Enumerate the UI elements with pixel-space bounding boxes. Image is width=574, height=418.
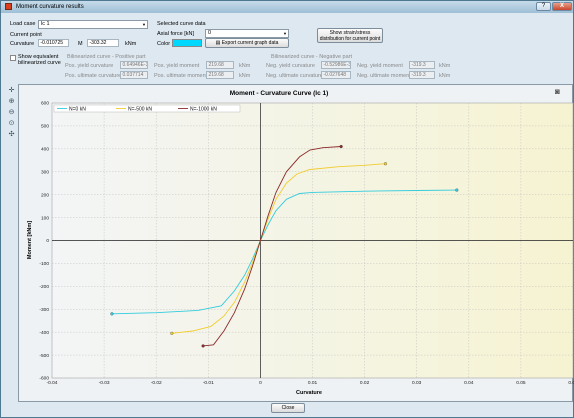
series-end-point xyxy=(201,344,205,348)
close-window-button[interactable]: X xyxy=(552,2,572,11)
y-tick-label: 0 xyxy=(46,238,49,244)
export-graph-button[interactable]: ▤ Export current graph data xyxy=(205,38,289,48)
legend: N=0 kN N=-500 kN N=-1000 kN xyxy=(53,104,241,112)
neg-yield-moment-label: Neg. yield moment xyxy=(357,63,403,69)
pos-ultimate-moment-field: 219.68 xyxy=(206,71,234,79)
moment-curvature-chart: Moment - Curvature Curve (lc 1) ◙ -0.04-… xyxy=(27,87,574,396)
moment-label: M xyxy=(78,41,83,47)
load-case-select[interactable]: lc 1 ▼ xyxy=(38,20,148,29)
neg-ultimate-moment-unit: kNm xyxy=(439,73,451,79)
legend-entry: N=-1000 kN xyxy=(190,106,217,112)
neg-yield-moment-field: -319.3 xyxy=(409,61,435,69)
show-bilinearized-checkbox[interactable] xyxy=(10,55,16,61)
x-tick-label: -0.01 xyxy=(203,380,214,386)
show-dist-line-2: distribution for current point xyxy=(319,36,381,42)
pos-ultimate-curvature-field: 0.037714 xyxy=(120,71,148,79)
chevron-down-icon: ▼ xyxy=(283,31,287,36)
y-tick-label: 600 xyxy=(41,101,49,107)
y-tick-label: 200 xyxy=(41,192,49,198)
chevron-down-icon: ▼ xyxy=(142,22,146,27)
y-tick-label: -500 xyxy=(39,353,49,359)
load-case-value: lc 1 xyxy=(41,21,50,27)
show-bilinearized-label-2: bilinearized curve xyxy=(18,60,61,66)
pan-icon[interactable]: ✣ xyxy=(7,130,16,139)
series-end-point xyxy=(383,162,387,166)
camera-icon[interactable]: ◙ xyxy=(555,87,560,96)
chart-title: Moment - Curvature Curve (lc 1) xyxy=(230,90,329,97)
legend-entry: N=-500 kN xyxy=(128,106,152,112)
y-tick-label: 400 xyxy=(41,147,49,153)
pos-yield-moment-field: 219.68 xyxy=(206,61,234,69)
x-tick-label: 0.03 xyxy=(412,380,422,386)
help-button[interactable]: ? xyxy=(536,2,551,11)
y-axis-label: Moment [kNm] xyxy=(27,221,33,259)
moment-unit: kNm xyxy=(125,41,137,47)
bilin-negative-title: Bilinearized curve - Negative part xyxy=(271,54,353,60)
x-tick-label: 0 xyxy=(259,380,262,386)
moment-field[interactable]: -303.32 xyxy=(87,39,119,47)
y-tick-label: -300 xyxy=(39,307,49,313)
curvature-field[interactable]: -0.010725 xyxy=(38,39,69,47)
series-end-point xyxy=(110,312,114,316)
y-tick-label: -100 xyxy=(39,261,49,267)
chart-panel: Moment - Curvature Curve (lc 1) ◙ -0.04-… xyxy=(18,84,574,402)
axial-force-select[interactable]: 0 ▼ xyxy=(205,29,289,38)
pos-yield-moment-unit: kNm xyxy=(239,63,251,69)
axial-force-value: 0 xyxy=(208,30,212,36)
current-point-label: Current point xyxy=(10,32,42,38)
y-tick-label: 500 xyxy=(41,124,49,130)
series-end-point xyxy=(170,331,174,335)
color-swatch[interactable] xyxy=(172,39,202,47)
x-tick-label: 0.04 xyxy=(464,380,474,386)
x-axis-label: Curvature xyxy=(296,390,322,396)
show-distribution-button[interactable]: Show strain/stress distribution for curr… xyxy=(317,28,383,43)
app-icon xyxy=(5,3,12,10)
x-tick-label: 0.05 xyxy=(516,380,526,386)
series-end-point xyxy=(455,188,459,192)
legend-entry: N=0 kN xyxy=(69,106,86,112)
chart-toolbar: ✛ ⊕ ⊖ ⊙ ✣ xyxy=(3,84,18,402)
y-tick-label: -400 xyxy=(39,330,49,336)
x-tick-label: 0.01 xyxy=(308,380,318,386)
zoom-fit-icon[interactable]: ⊙ xyxy=(7,119,16,128)
title-bar[interactable]: Moment curvature results ? X xyxy=(1,1,573,13)
color-label: Color xyxy=(157,41,171,47)
pos-yield-curvature-field: 0.64946E-3 xyxy=(120,61,148,69)
y-tick-label: 300 xyxy=(41,169,49,175)
curvature-label: Curvature xyxy=(10,41,35,47)
neg-yield-curvature-field: -0.52986E-3 xyxy=(321,61,351,69)
pos-ultimate-moment-label: Pos. ultimate moment xyxy=(154,73,208,79)
close-button[interactable]: Close xyxy=(271,403,305,413)
pos-yield-curvature-label: Pos. yield curvature xyxy=(65,63,114,69)
selected-curve-label: Selected curve data xyxy=(157,21,206,27)
pos-ultimate-curvature-label: Pos. ultimate curvature xyxy=(65,73,122,79)
export-button-label: Export current graph data xyxy=(221,40,279,46)
neg-yield-curvature-label: Neg. yield curvature xyxy=(266,63,315,69)
neg-ultimate-curvature-field: -0.027648 xyxy=(321,71,351,79)
series-end-point xyxy=(339,144,343,149)
zoom-out-icon[interactable]: ⊖ xyxy=(7,108,16,117)
load-case-label: Load case xyxy=(10,21,36,27)
x-tick-label: -0.03 xyxy=(99,380,110,386)
y-tick-label: -200 xyxy=(39,284,49,290)
y-tick-label: -600 xyxy=(39,376,49,382)
neg-ultimate-curvature-label: Neg. ultimate curvature xyxy=(266,73,323,79)
y-tick-label: 100 xyxy=(41,215,49,221)
window-title: Moment curvature results xyxy=(16,3,84,10)
x-tick-label: -0.02 xyxy=(151,380,162,386)
zoom-in-icon[interactable]: ⊕ xyxy=(7,97,16,106)
neg-ultimate-moment-field: -319.3 xyxy=(409,71,435,79)
x-tick-label: 0.02 xyxy=(360,380,370,386)
crosshair-icon[interactable]: ✛ xyxy=(7,86,16,95)
neg-ultimate-moment-label: Neg. ultimate moment xyxy=(357,73,411,79)
neg-yield-moment-unit: kNm xyxy=(439,63,451,69)
axial-force-label: Axial force [kN] xyxy=(157,31,194,37)
x-tick-label: 0.06 xyxy=(568,380,574,386)
pos-yield-moment-label: Pos. yield moment xyxy=(154,63,200,69)
pos-ultimate-moment-unit: kNm xyxy=(239,73,251,79)
bilin-positive-title: Bilinearized curve - Positive part xyxy=(67,54,146,60)
moment-curvature-window: Moment curvature results ? X Load case l… xyxy=(0,0,574,418)
